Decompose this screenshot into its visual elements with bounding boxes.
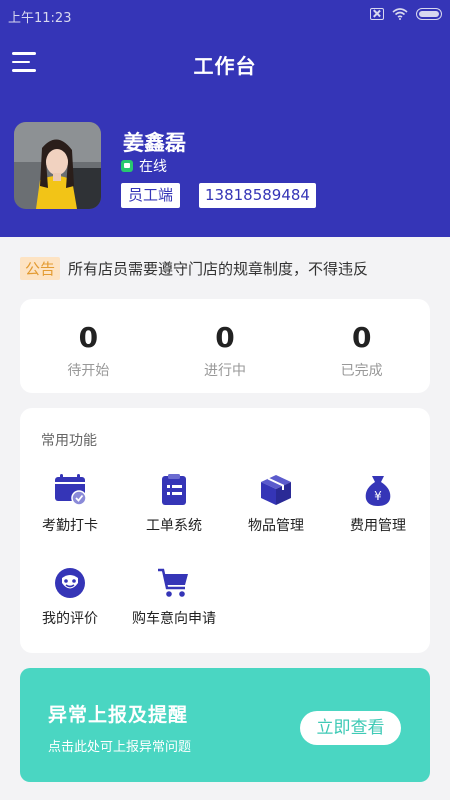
no-sim-icon [370, 8, 384, 20]
notice-text: 所有店员需要遵守门店的规章制度，不得违反 [68, 260, 369, 278]
feature-expense-label: 费用管理 [350, 518, 406, 534]
wifi-icon [392, 8, 408, 20]
online-status: 在线 [121, 156, 167, 176]
stat-pending-label: 待开始 [67, 363, 110, 379]
anomaly-report-subtitle: 点击此处可上报异常问题 [48, 740, 192, 755]
task-stats-card: 0 待开始 0 进行中 0 已完成 [20, 299, 430, 393]
role-badge: 员工端 [121, 183, 181, 208]
header: 上午11:23 工作台 姜鑫磊 在线 员工端 13818589484 [0, 0, 450, 237]
status-time: 上午11:23 [8, 11, 72, 26]
online-status-label: 在线 [139, 159, 167, 175]
cart-icon [158, 568, 188, 597]
phone-badge: 13818589484 [199, 183, 316, 208]
stat-completed[interactable]: 0 已完成 [293, 299, 430, 393]
status-icons [370, 8, 442, 20]
stat-completed-value: 0 [351, 321, 372, 354]
anomaly-report-card[interactable]: 异常上报及提醒 点击此处可上报异常问题 立即查看 [20, 668, 430, 782]
feature-car-purchase[interactable]: 购车意向申请 [122, 566, 226, 628]
features-card: 常用功能 考勤打卡 工单系统 物品管理 ¥ 费用管理 我的评价 购车意向申请 [20, 408, 430, 653]
feature-work-order[interactable]: 工单系统 [122, 473, 226, 535]
avatar[interactable] [14, 122, 101, 209]
clipboard-icon [162, 474, 186, 505]
battery-icon [416, 8, 442, 20]
smiley-icon [55, 568, 85, 598]
stat-pending-value: 0 [78, 321, 99, 354]
box-icon [261, 475, 291, 505]
feature-my-reviews-label: 我的评价 [42, 611, 98, 627]
feature-my-reviews[interactable]: 我的评价 [18, 566, 122, 628]
notice-tag: 公告 [20, 257, 61, 280]
anomaly-report-title: 异常上报及提醒 [48, 704, 189, 726]
stat-in-progress-label: 进行中 [204, 363, 246, 379]
stat-completed-label: 已完成 [340, 363, 383, 379]
online-status-icon [121, 160, 133, 172]
money-bag-icon: ¥ [365, 476, 391, 506]
notice-bar[interactable]: 公告 所有店员需要遵守门店的规章制度，不得违反 [20, 257, 368, 280]
page-title: 工作台 [193, 54, 257, 78]
svg-text:¥: ¥ [374, 489, 382, 503]
profile-name: 姜鑫磊 [123, 131, 186, 155]
feature-work-order-label: 工单系统 [146, 518, 202, 534]
view-now-button[interactable]: 立即查看 [300, 711, 401, 745]
feature-car-purchase-label: 购车意向申请 [132, 611, 216, 627]
features-title: 常用功能 [41, 433, 97, 449]
feature-expense[interactable]: ¥ 费用管理 [326, 473, 430, 535]
stat-in-progress-value: 0 [215, 321, 235, 354]
feature-attendance-label: 考勤打卡 [42, 518, 98, 534]
stat-pending[interactable]: 0 待开始 [20, 299, 157, 393]
feature-goods-label: 物品管理 [248, 518, 304, 534]
feature-goods[interactable]: 物品管理 [224, 473, 328, 535]
status-bar: 上午11:23 [0, 0, 450, 32]
feature-attendance[interactable]: 考勤打卡 [18, 473, 122, 535]
stat-in-progress[interactable]: 0 进行中 [157, 299, 294, 393]
calendar-check-icon [55, 474, 87, 506]
